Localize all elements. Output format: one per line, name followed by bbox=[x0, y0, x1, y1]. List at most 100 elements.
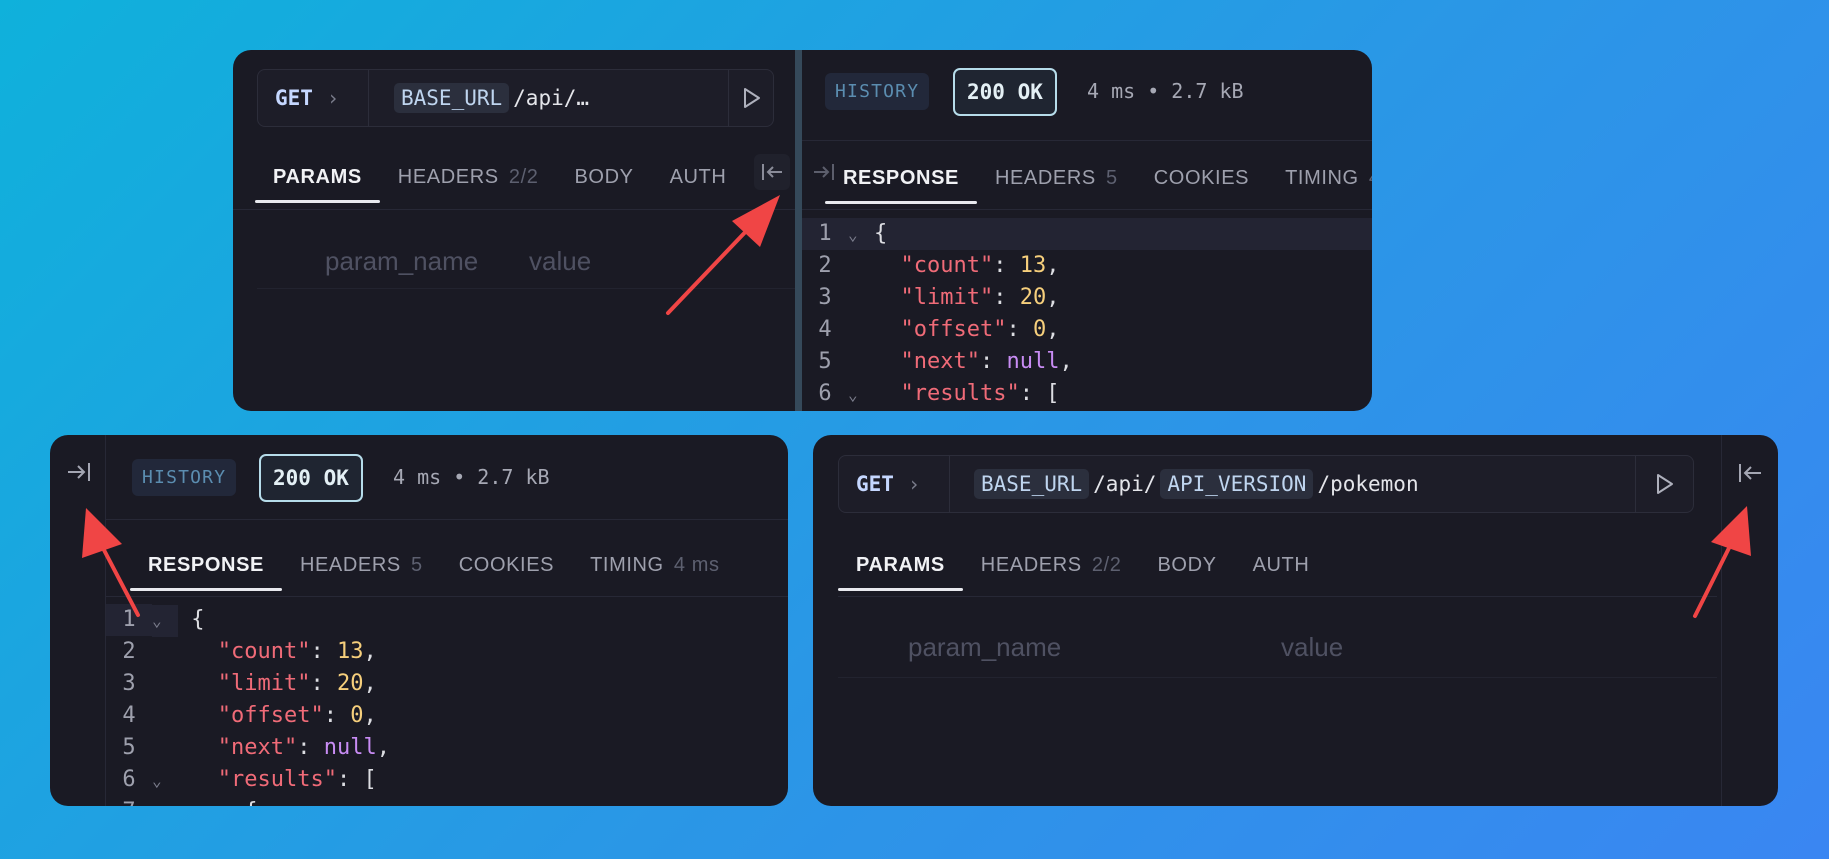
play-icon bbox=[743, 88, 760, 108]
code-line: 1 ⌄ { bbox=[106, 604, 788, 637]
param-name-placeholder[interactable]: param_name bbox=[908, 632, 1061, 663]
url-input[interactable]: BASE_URL /api/ API_VERSION /pokemon bbox=[974, 456, 1419, 512]
tab-response-headers-label: HEADERS bbox=[994, 167, 1096, 189]
code-line: 2 "count": 13, bbox=[802, 250, 1372, 282]
tab-body-label: BODY bbox=[574, 166, 634, 188]
tab-params-label: PARAMS bbox=[856, 554, 945, 576]
tab-params-label: PARAMS bbox=[273, 166, 362, 188]
tab-timing[interactable]: TIMING 4 ms bbox=[572, 554, 738, 591]
json-key: "limit" bbox=[217, 671, 311, 696]
red-arrow-icon bbox=[1693, 506, 1751, 618]
collapse-left-icon[interactable] bbox=[1731, 454, 1769, 492]
response-meta: 4 ms • 2.7 kB bbox=[393, 465, 550, 489]
json-value: 13 bbox=[1019, 253, 1047, 278]
json-value: [ bbox=[1046, 381, 1060, 406]
tab-cookies-label: COOKIES bbox=[458, 554, 555, 576]
tab-cookies[interactable]: COOKIES bbox=[1136, 167, 1267, 204]
line-number: 2 bbox=[122, 639, 136, 664]
json-key: "next" bbox=[900, 349, 980, 374]
url-input[interactable]: BASE_URL /api/… bbox=[394, 70, 589, 126]
tab-timing[interactable]: TIMING 4 bbox=[1267, 167, 1372, 204]
tab-params[interactable]: PARAMS bbox=[838, 554, 963, 591]
tab-auth[interactable]: AUTH bbox=[1235, 554, 1328, 591]
tab-cookies-label: COOKIES bbox=[1153, 167, 1250, 189]
tab-response-headers[interactable]: HEADERS 5 bbox=[282, 554, 441, 591]
code-line: 5 "next": null, bbox=[802, 346, 1372, 378]
url-variable-base[interactable]: BASE_URL bbox=[974, 469, 1090, 499]
response-only-window: HISTORY 200 OK 4 ms • 2.7 kB RESPONSE HE… bbox=[50, 435, 788, 806]
response-meta: 4 ms • 2.7 kB bbox=[1087, 79, 1244, 103]
tab-headers-label: HEADERS bbox=[980, 554, 1082, 576]
code-line: 1 ⌄{ bbox=[802, 218, 1372, 250]
json-value: 20 bbox=[1019, 285, 1047, 310]
request-tabs: PARAMS HEADERS 2/2 BODY AUTH bbox=[838, 554, 1327, 591]
url-segment: /api/ bbox=[1093, 472, 1157, 496]
status-badge: 200 OK bbox=[259, 454, 363, 502]
url-variable-base[interactable]: BASE_URL bbox=[394, 83, 510, 113]
send-button[interactable] bbox=[728, 70, 773, 126]
response-body: 1 ⌄{ 2 "count": 13, 3 "limit": 20, 4 "off… bbox=[802, 218, 1372, 410]
headers-count: 2/2 bbox=[508, 166, 539, 188]
code-text: { bbox=[874, 221, 888, 246]
tab-headers[interactable]: HEADERS 2/2 bbox=[380, 166, 557, 203]
timing-value: 4 bbox=[1369, 167, 1372, 189]
line-number: 2 bbox=[818, 253, 832, 278]
method-selector[interactable]: GET › bbox=[856, 456, 920, 512]
chevron-down-icon[interactable]: ⌄ bbox=[152, 765, 178, 797]
tab-response-headers[interactable]: HEADERS 5 bbox=[977, 167, 1136, 204]
json-value: [ bbox=[363, 767, 377, 792]
tab-body[interactable]: BODY bbox=[556, 166, 651, 203]
tab-response-label: RESPONSE bbox=[843, 167, 959, 189]
line-number: 5 bbox=[818, 349, 832, 374]
code-line: 6 ⌄ "results": [ bbox=[802, 378, 1372, 410]
param-value-placeholder[interactable]: value bbox=[529, 246, 591, 277]
history-button[interactable]: HISTORY bbox=[132, 459, 237, 496]
json-key: "next" bbox=[217, 735, 298, 760]
tab-headers[interactable]: HEADERS 2/2 bbox=[963, 554, 1140, 591]
json-key: "results" bbox=[217, 767, 337, 792]
url-variable-version[interactable]: API_VERSION bbox=[1160, 469, 1314, 499]
play-icon bbox=[1657, 474, 1673, 494]
line-number: 1 bbox=[818, 221, 832, 246]
expand-right-icon[interactable] bbox=[60, 453, 98, 491]
tab-body[interactable]: BODY bbox=[1139, 554, 1234, 591]
tab-body-label: BODY bbox=[1157, 554, 1217, 576]
line-number: 4 bbox=[122, 703, 136, 728]
code-line: 2 "count": 13, bbox=[106, 636, 788, 668]
line-number: 6 bbox=[818, 381, 832, 406]
param-value-placeholder[interactable]: value bbox=[1281, 632, 1343, 663]
code-line: 7 { bbox=[106, 796, 788, 806]
request-only-window: GET › BASE_URL /api/ API_VERSION /pokemo… bbox=[813, 435, 1778, 806]
param-name-placeholder[interactable]: param_name bbox=[325, 246, 478, 277]
method-selector[interactable]: GET › bbox=[275, 70, 339, 126]
response-tabs: RESPONSE HEADERS 5 COOKIES TIMING 4 ms bbox=[130, 554, 738, 591]
code-line: 3 "limit": 20, bbox=[106, 668, 788, 700]
line-number: 3 bbox=[122, 671, 136, 696]
chevron-right-icon: › bbox=[907, 472, 920, 496]
json-key: "count" bbox=[900, 253, 994, 278]
code-line: 4 "offset": 0, bbox=[802, 314, 1372, 346]
chevron-down-icon[interactable]: ⌄ bbox=[152, 605, 178, 637]
code-line: 5 "next": null, bbox=[106, 732, 788, 764]
line-number: 6 bbox=[122, 767, 136, 792]
url-text: /api/… bbox=[513, 86, 590, 110]
history-button[interactable]: HISTORY bbox=[825, 73, 930, 110]
tab-params[interactable]: PARAMS bbox=[255, 166, 380, 203]
code-line: 3 "limit": 20, bbox=[802, 282, 1372, 314]
red-arrow-icon bbox=[666, 195, 780, 315]
json-value: 13 bbox=[336, 639, 364, 664]
code-text: { bbox=[191, 607, 205, 632]
tab-cookies[interactable]: COOKIES bbox=[441, 554, 572, 591]
tab-response-label: RESPONSE bbox=[148, 554, 264, 576]
chevron-down-icon[interactable]: ⌄ bbox=[848, 379, 874, 411]
response-tabs: RESPONSE HEADERS 5 COOKIES TIMING 4 bbox=[825, 167, 1372, 204]
chevron-down-icon[interactable]: ⌄ bbox=[848, 219, 874, 251]
chevron-right-icon: › bbox=[326, 86, 339, 110]
code-text: { bbox=[244, 799, 257, 806]
red-arrow-icon bbox=[82, 508, 140, 617]
response-headers-count: 5 bbox=[1106, 167, 1118, 189]
timing-value: 4 ms bbox=[673, 554, 720, 576]
pane-resize-handle[interactable] bbox=[795, 50, 802, 411]
tab-response[interactable]: RESPONSE bbox=[825, 167, 977, 204]
tab-timing-label: TIMING bbox=[1285, 167, 1359, 189]
